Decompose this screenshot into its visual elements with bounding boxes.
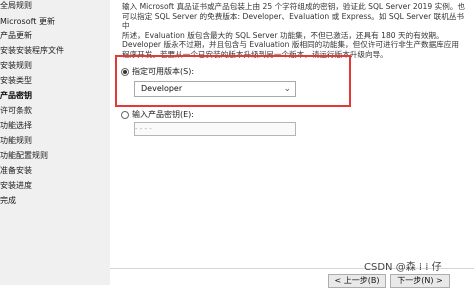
edition-select[interactable]: Developer ⌄: [134, 81, 296, 97]
sidebar-item-install-rules: 安装规则: [0, 61, 32, 70]
product-key-description: 输入 Microsoft 真品证书或产品包装上由 25 个字符组成的密钥，验证此…: [122, 2, 467, 60]
product-key-label[interactable]: 输入产品密钥(E):: [132, 110, 194, 120]
free-edition-radio[interactable]: [121, 68, 129, 76]
product-key-input[interactable]: - - - -: [134, 122, 296, 136]
description-line: 输入 Microsoft 真品证书或产品包装上由 25 个字符组成的密钥，验证此…: [122, 2, 466, 11]
sidebar-item-install-setup-files: 安装安装程序文件: [0, 46, 64, 55]
sidebar-item-label: Microsoft 更新: [0, 17, 55, 26]
product-key-radio[interactable]: [121, 111, 129, 119]
sidebar-item-product-updates: 产品更新: [0, 31, 32, 40]
sidebar-item-install-progress: 安装进度: [0, 181, 32, 190]
sidebar-item-feature-config-rules: 功能配置规则: [0, 151, 48, 160]
sidebar-item-global-rules: 全局规则: [0, 1, 32, 10]
description-line: 可以指定 SQL Server 的免费版本: Developer、Evaluat…: [122, 11, 465, 31]
watermark-text: CSDN @森 ⁞ ⁞ 仔: [364, 262, 442, 273]
chevron-down-icon[interactable]: ⌄: [283, 82, 291, 96]
sidebar-item-feature-rules: 功能规则: [0, 136, 32, 145]
description-line: 所述，Evaluation 版包含最大的 SQL Server 功能集，不但已激…: [122, 30, 444, 40]
description-line: Developer 版永不过期，并且包含与 Evaluation 版相同的功能集…: [122, 40, 459, 50]
edition-select-value: Developer: [141, 84, 183, 93]
sidebar-item-feature-selection: 功能选择: [0, 121, 32, 130]
sidebar-item-complete: 完成: [0, 196, 16, 205]
sidebar-item-installation-type: 安装类型: [0, 76, 32, 85]
sidebar-item-product-key: 产品密钥: [0, 91, 32, 100]
step-sidebar: 全局规则 Microsoft 更新 产品更新 安装安装程序文件 安装规则 安装类…: [0, 0, 110, 285]
back-button[interactable]: < 上一步(B): [328, 274, 386, 288]
sidebar-item-ready-to-install: 准备安装: [0, 166, 32, 175]
sidebar-item-microsoft-update: Microsoft 更新: [0, 16, 55, 28]
sidebar-item-license-terms: 许可条款: [0, 106, 32, 115]
main-panel: 输入 Microsoft 真品证书或产品包装上由 25 个字符组成的密钥，验证此…: [110, 0, 474, 288]
free-edition-label[interactable]: 指定可用版本(S):: [132, 67, 194, 77]
next-button[interactable]: 下一步(N) >: [390, 274, 450, 288]
